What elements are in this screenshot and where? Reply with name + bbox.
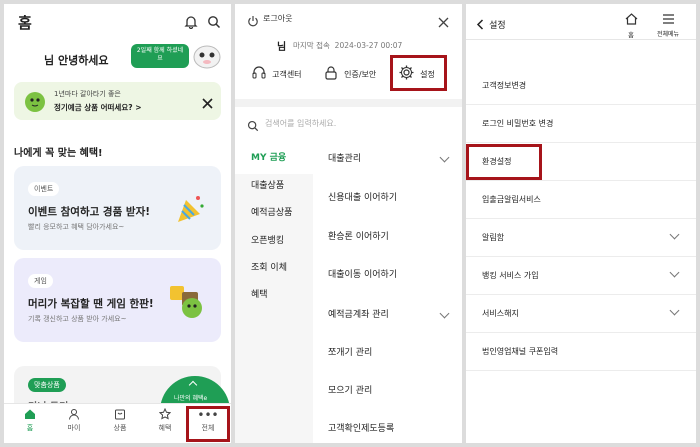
home-icon — [625, 10, 638, 29]
card-chip: 게임 — [28, 274, 53, 288]
settings-row-corporate-coupon[interactable]: 법인영업채널 쿠폰입력 — [466, 333, 696, 371]
last-login: 마지막 접속 2024-03-27 00:07 — [293, 41, 403, 50]
promo-banner[interactable]: 1년마다 갈아타기 좋은 정기예금 상품 어떠세요? > — [14, 82, 221, 120]
power-icon[interactable] — [247, 12, 259, 31]
menu-item-transfer-loan[interactable]: 환승론 이어하기 — [328, 219, 462, 256]
days-badge: 2일째 함께 하셨네요 — [131, 44, 189, 68]
chevron-down-icon — [669, 229, 680, 240]
headset-icon — [251, 65, 267, 85]
menu-item-credit-loan[interactable]: 신용대출 이어하기 — [328, 180, 462, 217]
chevron-right-icon: > — [135, 103, 142, 112]
tab-my[interactable]: 마이 — [54, 408, 94, 433]
card-subtitle: 기록 갱신하고 상품 받아 가세요~ — [28, 315, 127, 323]
chevron-up-icon — [188, 380, 198, 390]
settings-row-banking-signup[interactable]: 뱅킹 서비스 가입 — [466, 257, 696, 295]
chevron-left-icon — [476, 15, 484, 34]
search-icon — [247, 117, 259, 136]
card-chip: 맞춤상품 — [28, 378, 66, 392]
close-icon[interactable] — [202, 94, 213, 113]
all-menu-screen: 로그아웃 님 마지막 접속 2024-03-27 00:07 고객센터 인증/보… — [235, 4, 462, 443]
all-menu-button[interactable]: 전체메뉴 — [652, 10, 684, 38]
person-icon — [54, 408, 94, 423]
settings-row-notifications[interactable]: 알림함 — [466, 219, 696, 257]
back-button[interactable]: 설정 — [476, 14, 506, 34]
promo-line2: 정기예금 상품 어떠세요? > — [54, 103, 142, 112]
search-icon[interactable] — [207, 14, 221, 33]
lock-icon — [323, 65, 339, 85]
chevron-down-icon — [439, 152, 450, 163]
quick-security[interactable]: 인증/보안 — [323, 64, 376, 86]
home-button[interactable]: 홈 — [621, 10, 641, 39]
card-title: 머리가 복잡할 땐 게임 한판! — [28, 298, 154, 310]
menu-item-split[interactable]: 쪼개기 관리 — [328, 335, 462, 372]
card-chip: 이벤트 — [28, 182, 60, 196]
mascot-icon — [22, 88, 48, 118]
hamburger-icon — [662, 10, 675, 29]
chevron-down-icon — [439, 308, 450, 319]
settings-row-password[interactable]: 로그인 비밀번호 변경 — [466, 105, 696, 143]
quick-customer-center[interactable]: 고객센터 — [251, 64, 302, 86]
section-title: 나에게 꼭 맞는 혜택! — [14, 148, 103, 159]
event-card[interactable]: 이벤트 이벤트 참여하고 경품 받자! 빨리 응모하고 혜택 담아가세요~ — [14, 166, 221, 250]
highlight-box — [186, 406, 230, 442]
greeting: 님 안녕하세요 — [44, 54, 109, 67]
category-benefits[interactable]: 혜택 — [235, 279, 313, 311]
mascot-icon — [190, 40, 224, 74]
chevron-down-icon — [669, 267, 680, 278]
menu-item-collect[interactable]: 모으기 관리 — [328, 373, 462, 410]
tab-home[interactable]: 홈 — [10, 408, 50, 433]
star-icon — [145, 407, 185, 423]
promo-line1: 1년마다 갈아타기 좋은 — [54, 90, 121, 98]
highlight-box — [390, 55, 447, 91]
settings-row-customer-info[interactable]: 고객정보변경 — [466, 67, 696, 105]
close-icon[interactable] — [438, 13, 449, 32]
bell-icon[interactable] — [184, 14, 198, 33]
card-subtitle: 빨리 응모하고 혜택 담아가세요~ — [28, 223, 125, 231]
page-title: 홈 — [18, 14, 32, 32]
party-popper-icon — [172, 192, 206, 230]
search-input[interactable]: 검색어를 입력하세요. — [247, 112, 453, 136]
user-name: 님 — [277, 42, 287, 53]
menu-item-loan-management[interactable]: 대출관리 — [328, 141, 462, 178]
game-card[interactable]: 게임 머리가 복잡할 땐 게임 한판! 기록 갱신하고 상품 받아 가세요~ — [14, 258, 221, 342]
settings-row-cancel-service[interactable]: 서비스해지 — [466, 295, 696, 333]
logout-link[interactable]: 로그아웃 — [263, 13, 292, 24]
menu-item-kyc[interactable]: 고객확인제도등록 — [328, 411, 462, 443]
fab-label: 나만의 혜택e — [174, 395, 208, 402]
home-icon — [10, 408, 50, 423]
card-title: 이벤트 참여하고 경품 받자! — [28, 206, 151, 218]
highlight-box — [466, 144, 542, 180]
home-screen: 홈 님 안녕하세요 2일째 함께 하셨네요 1년마다 갈아타기 좋은 정기예금 … — [4, 4, 231, 443]
menu-item-deposit-account[interactable]: 예적금계좌 관리 — [328, 297, 462, 334]
tab-benefits[interactable]: 혜택 — [145, 407, 185, 433]
chevron-down-icon — [669, 305, 680, 316]
menu-item-loan-move[interactable]: 대출이동 이어하기 — [328, 257, 462, 294]
settings-screen: 설정 홈 전체메뉴 고객정보변경 로그인 비밀번호 변경 환경설정 입출금알림서… — [466, 4, 696, 443]
game-mascot-icon — [168, 282, 208, 324]
box-icon — [100, 408, 140, 423]
settings-row-transaction-alert[interactable]: 입출금알림서비스 — [466, 181, 696, 219]
screen-title: 설정 — [489, 21, 506, 31]
tab-products[interactable]: 상품 — [100, 408, 140, 433]
